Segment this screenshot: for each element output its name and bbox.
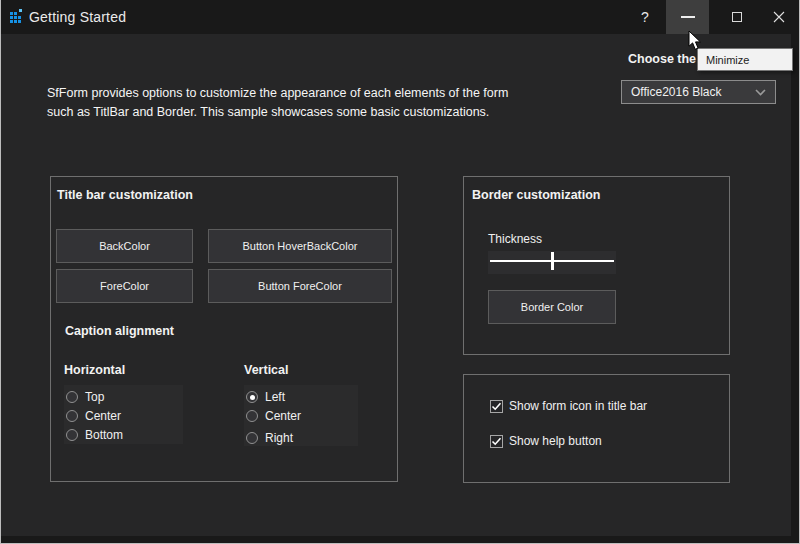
help-button[interactable]: ? bbox=[626, 0, 664, 34]
show-help-checkbox[interactable] bbox=[490, 435, 503, 448]
backcolor-button[interactable]: BackColor bbox=[56, 229, 193, 263]
border-customization-title: Border customization bbox=[472, 188, 601, 202]
chevron-down-icon bbox=[755, 89, 766, 96]
theme-combobox[interactable]: Office2016 Black bbox=[621, 80, 776, 104]
minimize-tooltip: Minimize bbox=[697, 48, 793, 71]
show-form-icon-checkbox-row[interactable]: Show form icon in title bar bbox=[490, 399, 647, 413]
titlebar-customization-title: Title bar customization bbox=[57, 188, 193, 202]
forecolor-button[interactable]: ForeColor bbox=[56, 269, 193, 303]
check-icon bbox=[490, 400, 503, 413]
caption-alignment-title: Caption alignment bbox=[65, 324, 174, 338]
radio-bottom[interactable]: Bottom bbox=[66, 428, 123, 442]
check-icon bbox=[490, 435, 503, 448]
close-button[interactable] bbox=[758, 0, 800, 34]
show-form-icon-checkbox[interactable] bbox=[490, 400, 503, 413]
close-icon bbox=[773, 11, 785, 23]
window-edge-left bbox=[0, 0, 1, 544]
show-help-checkbox-row[interactable]: Show help button bbox=[490, 434, 602, 448]
radio-right-label: Right bbox=[265, 431, 293, 445]
window-title: Getting Started bbox=[29, 9, 126, 25]
maximize-icon bbox=[732, 12, 742, 22]
theme-combobox-value: Office2016 Black bbox=[631, 85, 722, 99]
mouse-cursor bbox=[688, 30, 702, 51]
options-group bbox=[463, 374, 730, 483]
radio-center-v[interactable]: Center bbox=[246, 409, 301, 423]
show-form-icon-label: Show form icon in title bar bbox=[509, 399, 647, 413]
radio-top[interactable]: Top bbox=[66, 390, 104, 404]
radio-bottom-circle bbox=[66, 429, 78, 441]
description-line-2: such as TitlBar and Border. This sample … bbox=[47, 103, 508, 122]
radio-top-label: Top bbox=[85, 390, 104, 404]
radio-center-h[interactable]: Center bbox=[66, 409, 121, 423]
radio-center-v-circle bbox=[246, 410, 258, 422]
app-icon bbox=[10, 12, 21, 23]
maximize-button[interactable] bbox=[716, 0, 758, 34]
border-color-button[interactable]: Border Color bbox=[488, 290, 616, 324]
theme-label: Choose the bbox=[628, 52, 696, 66]
radio-bottom-label: Bottom bbox=[85, 428, 123, 442]
radio-right-circle bbox=[246, 432, 258, 444]
radio-left[interactable]: Left bbox=[246, 390, 285, 404]
radio-center-v-label: Center bbox=[265, 409, 301, 423]
radio-center-h-label: Center bbox=[85, 409, 121, 423]
radio-left-circle bbox=[246, 391, 258, 403]
app-window: Getting Started ? Choose the Office2016 … bbox=[0, 0, 800, 544]
show-help-label: Show help button bbox=[509, 434, 602, 448]
radio-center-h-circle bbox=[66, 410, 78, 422]
minimize-button[interactable] bbox=[666, 0, 709, 34]
horizontal-label: Horizontal bbox=[64, 363, 125, 377]
window-border-right bbox=[791, 34, 799, 543]
radio-top-circle bbox=[66, 391, 78, 403]
title-bar: Getting Started ? bbox=[0, 0, 800, 34]
description-text: SfForm provides options to customize the… bbox=[47, 84, 508, 122]
thickness-label: Thickness bbox=[488, 232, 542, 246]
help-icon: ? bbox=[641, 9, 649, 25]
thickness-slider-thumb[interactable] bbox=[551, 252, 554, 270]
minimize-icon bbox=[681, 16, 695, 18]
description-line-1: SfForm provides options to customize the… bbox=[47, 84, 508, 103]
radio-left-label: Left bbox=[265, 390, 285, 404]
radio-right[interactable]: Right bbox=[246, 431, 293, 445]
vertical-label: Vertical bbox=[244, 363, 288, 377]
window-border-bottom bbox=[0, 536, 799, 543]
button-hoverbackcolor-button[interactable]: Button HoverBackColor bbox=[208, 229, 392, 263]
button-forecolor-button[interactable]: Button ForeColor bbox=[208, 269, 392, 303]
